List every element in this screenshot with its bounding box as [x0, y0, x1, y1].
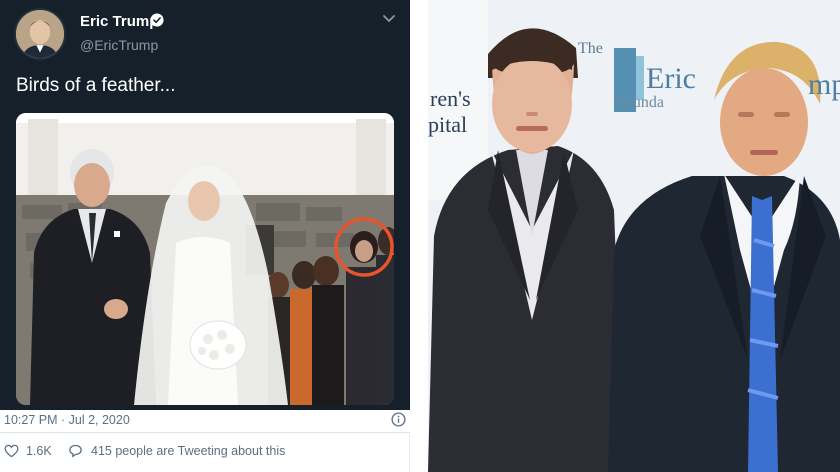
- tweet-text: Birds of a feather...: [16, 75, 176, 96]
- tweet-timestamp[interactable]: 10:27 PM · Jul 2, 2020: [4, 413, 130, 427]
- info-icon[interactable]: [391, 412, 406, 427]
- display-name[interactable]: Eric Trump: [80, 13, 158, 30]
- divider: [0, 432, 410, 433]
- verified-badge-icon: [150, 13, 164, 27]
- chevron-down-icon[interactable]: [382, 14, 396, 24]
- tweet-meta-row: 10:27 PM · Jul 2, 2020: [0, 410, 410, 434]
- tweet-body: Eric Trump @EricTrump Birds of a feather…: [0, 0, 410, 410]
- heart-icon[interactable]: [4, 444, 19, 458]
- tweet-card: Eric Trump @EricTrump Birds of a feather…: [0, 0, 410, 472]
- backdrop-text-4: Eric: [646, 62, 696, 95]
- speech-bubble-icon[interactable]: [68, 444, 83, 458]
- avatar[interactable]: [14, 8, 66, 60]
- backdrop-text-2: pital: [428, 112, 468, 137]
- tweet-media-image[interactable]: [16, 113, 394, 405]
- event-photo: ren's pital The Eric Founda mp: [428, 0, 840, 472]
- backdrop-text-5: Founda: [616, 94, 664, 111]
- tweet-action-row: 1.6K 415 people are Tweeting about this: [0, 436, 410, 466]
- tweeting-about-link[interactable]: 415 people are Tweeting about this: [91, 444, 285, 458]
- backdrop-text-3: The: [578, 40, 603, 57]
- like-count[interactable]: 1.6K: [26, 444, 52, 458]
- backdrop-text-1: ren's: [430, 86, 471, 111]
- backdrop-text-6: mp: [808, 68, 840, 101]
- user-handle[interactable]: @EricTrump: [80, 37, 158, 53]
